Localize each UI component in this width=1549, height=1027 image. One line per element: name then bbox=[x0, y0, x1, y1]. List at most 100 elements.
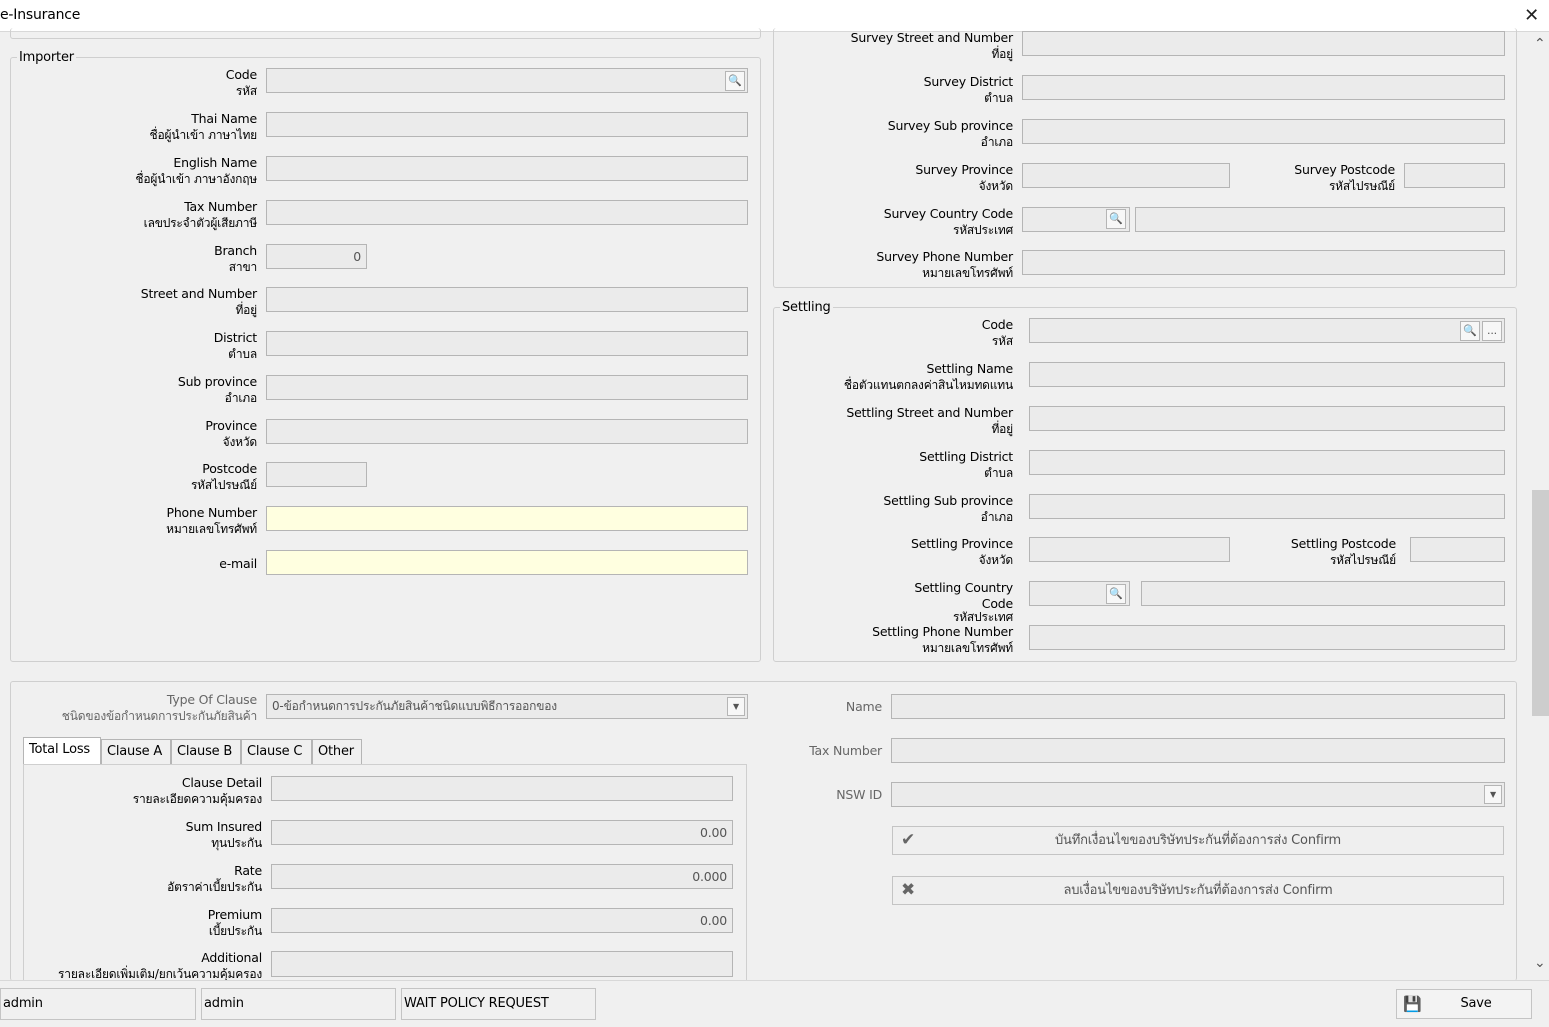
settling-code-more-icon[interactable]: ... bbox=[1482, 321, 1502, 341]
settling-country-search-icon[interactable]: 🔍 bbox=[1106, 584, 1126, 604]
insurer-tax-number-label: Tax Number bbox=[809, 743, 882, 758]
survey-postcode-input[interactable] bbox=[1404, 163, 1505, 188]
tax-number-label: Tax Number เลขประจำตัวผู้เสียภาษี bbox=[143, 199, 258, 230]
settling-code-search-icon[interactable]: 🔍 bbox=[1460, 321, 1480, 341]
settling-street-input[interactable] bbox=[1029, 406, 1505, 431]
district-label: District ตำบล bbox=[213, 330, 258, 361]
chevron-down-icon[interactable]: ▼ bbox=[727, 697, 745, 716]
settling-postcode-label: Settling Postcode รหัสไปรษณีย์ bbox=[1290, 536, 1396, 567]
survey-street-input[interactable] bbox=[1022, 31, 1505, 56]
window-title: e-Insurance bbox=[0, 7, 81, 23]
street-input[interactable] bbox=[266, 287, 748, 312]
settling-sub-province-input[interactable] bbox=[1029, 494, 1505, 519]
insurer-tax-number-input[interactable] bbox=[891, 738, 1505, 763]
sub-province-label: Sub province อำเภอ bbox=[177, 374, 257, 405]
type-of-clause-select[interactable]: 0-ข้อกำหนดการประกันภัยสินค้าชนิดแบบพิธีก… bbox=[266, 694, 748, 719]
english-name-input[interactable] bbox=[266, 156, 748, 181]
settling-code-label: Code รหัส bbox=[981, 317, 1013, 348]
save-confirm-condition-button[interactable]: ✔ บันทึกเงื่อนไขของบริษัทประกันที่ต้องการ… bbox=[892, 826, 1504, 855]
tab-other[interactable]: Other bbox=[312, 739, 362, 764]
importer-legend: Importer bbox=[17, 50, 76, 65]
survey-phone-label: Survey Phone Number หมายเลขโทรศัพท์ bbox=[876, 249, 1013, 280]
scrollbar-thumb[interactable] bbox=[1532, 490, 1549, 716]
settling-province-input[interactable] bbox=[1029, 537, 1230, 562]
sum-insured-label: Sum Insured ทุนประกัน bbox=[185, 819, 263, 850]
phone-label: Phone Number หมายเลขโทรศัพท์ bbox=[166, 505, 257, 536]
tab-total-loss[interactable]: Total Loss bbox=[23, 737, 101, 765]
tab-clause-c[interactable]: Clause C bbox=[241, 739, 312, 764]
additional-input[interactable] bbox=[271, 951, 733, 977]
survey-postcode-label: Survey Postcode รหัสไปรษณีย์ bbox=[1294, 162, 1395, 193]
sum-insured-input[interactable]: 0.00 bbox=[271, 820, 733, 845]
scroll-down-icon[interactable]: ⌄ bbox=[1534, 955, 1546, 971]
survey-phone-input[interactable] bbox=[1022, 250, 1505, 275]
close-icon[interactable]: ✕ bbox=[1524, 5, 1539, 26]
rate-label: Rate อัตราค่าเบี้ยประกัน bbox=[167, 863, 262, 894]
settling-legend: Settling bbox=[780, 300, 833, 315]
premium-label: Premium เบี้ยประกัน bbox=[207, 907, 262, 938]
save-icon: 💾 bbox=[1403, 995, 1422, 1013]
settling-phone-label: Settling Phone Number หมายเลขโทรศัพท์ bbox=[872, 624, 1013, 655]
importer-code-label: Code รหัส bbox=[225, 67, 257, 98]
insurer-name-input[interactable] bbox=[891, 694, 1505, 719]
survey-district-label: Survey District ตำบล bbox=[923, 74, 1014, 105]
survey-country-search-icon[interactable]: 🔍 bbox=[1106, 209, 1126, 229]
survey-street-label: Survey Street and Number ที่อยู่ bbox=[850, 30, 1014, 61]
postcode-label: Postcode รหัสไปรษณีย์ bbox=[190, 461, 257, 492]
settling-country-name-input[interactable] bbox=[1141, 581, 1505, 606]
english-name-label: English Name ชื่อผู้นำเข้า ภาษาอังกฤษ bbox=[135, 155, 257, 186]
survey-sub-province-label: Survey Sub province อำเภอ bbox=[887, 118, 1013, 149]
province-input[interactable] bbox=[266, 419, 748, 444]
survey-province-label: Survey Province จังหวัด bbox=[915, 162, 1013, 193]
clause-detail-input[interactable] bbox=[271, 776, 733, 801]
email-input[interactable] bbox=[266, 550, 748, 575]
settling-district-label: Settling District ตำบล bbox=[919, 449, 1013, 480]
settling-street-label: Settling Street and Number ที่อยู่ bbox=[846, 405, 1013, 436]
thai-name-input[interactable] bbox=[266, 112, 748, 137]
delete-confirm-condition-button[interactable]: ✖ ลบเงื่อนไขของบริษัทประกันที่ต้องการส่ง … bbox=[892, 876, 1504, 905]
check-icon: ✔ bbox=[901, 830, 916, 850]
tax-number-input[interactable] bbox=[266, 200, 748, 225]
postcode-input[interactable] bbox=[266, 462, 367, 487]
rate-input[interactable]: 0.000 bbox=[271, 864, 733, 889]
province-label: Province จังหวัด bbox=[205, 418, 257, 449]
survey-country-code-label: Survey Country Code รหัสประเทศ bbox=[883, 206, 1013, 237]
save-button[interactable]: 💾 Save bbox=[1396, 989, 1532, 1019]
clause-detail-label: Clause Detail รายละเอียดความคุ้มครอง bbox=[132, 775, 262, 806]
insurer-name-label: Name bbox=[845, 699, 882, 714]
survey-district-input[interactable] bbox=[1022, 75, 1505, 100]
settling-code-input[interactable] bbox=[1029, 318, 1505, 343]
settling-phone-input[interactable] bbox=[1029, 625, 1505, 650]
status-user-2: admin bbox=[201, 988, 396, 1020]
district-input[interactable] bbox=[266, 331, 748, 356]
branch-input[interactable]: 0 bbox=[266, 244, 367, 269]
settling-name-input[interactable] bbox=[1029, 362, 1505, 387]
street-label: Street and Number ที่อยู่ bbox=[140, 286, 257, 317]
nsw-id-select[interactable]: ▼ bbox=[891, 782, 1505, 807]
thai-name-label: Thai Name ชื่อผู้นำเข้า ภาษาไทย bbox=[149, 111, 258, 142]
chevron-down-icon[interactable]: ▼ bbox=[1484, 785, 1502, 804]
settling-postcode-input[interactable] bbox=[1410, 537, 1505, 562]
survey-sub-province-input[interactable] bbox=[1022, 119, 1505, 144]
settling-district-input[interactable] bbox=[1029, 450, 1505, 475]
tab-clause-a[interactable]: Clause A bbox=[101, 739, 171, 764]
sub-province-input[interactable] bbox=[266, 375, 748, 400]
survey-province-input[interactable] bbox=[1022, 163, 1230, 188]
tab-clause-b[interactable]: Clause B bbox=[171, 739, 241, 764]
email-label: e-mail bbox=[219, 556, 257, 571]
survey-country-name-input[interactable] bbox=[1135, 207, 1505, 232]
importer-code-input[interactable] bbox=[266, 68, 748, 93]
phone-input[interactable] bbox=[266, 506, 748, 531]
additional-label: Additional รายละเอียดเพิ่มเติม/ยกเว้นความ… bbox=[58, 950, 262, 981]
scroll-up-icon[interactable]: ⌃ bbox=[1534, 36, 1546, 52]
branch-label: Branch สาขา bbox=[214, 243, 257, 274]
status-user-1: admin bbox=[0, 988, 196, 1020]
type-of-clause-label: Type Of Clause ชนิดของข้อกำหนดการประกันภั… bbox=[61, 692, 257, 723]
settling-name-label: Settling Name ชื่อตัวแทนตกลงค่าสินไหมทดแท… bbox=[843, 361, 1013, 392]
importer-code-search-icon[interactable]: 🔍 bbox=[725, 71, 745, 91]
previous-group-edge bbox=[10, 28, 761, 39]
premium-input[interactable]: 0.00 bbox=[271, 908, 733, 933]
settling-country-code-label: Settling Country Code รหัสประเทศ bbox=[914, 580, 1013, 624]
nsw-id-label: NSW ID bbox=[836, 787, 882, 802]
settling-sub-province-label: Settling Sub province อำเภอ bbox=[883, 493, 1013, 524]
